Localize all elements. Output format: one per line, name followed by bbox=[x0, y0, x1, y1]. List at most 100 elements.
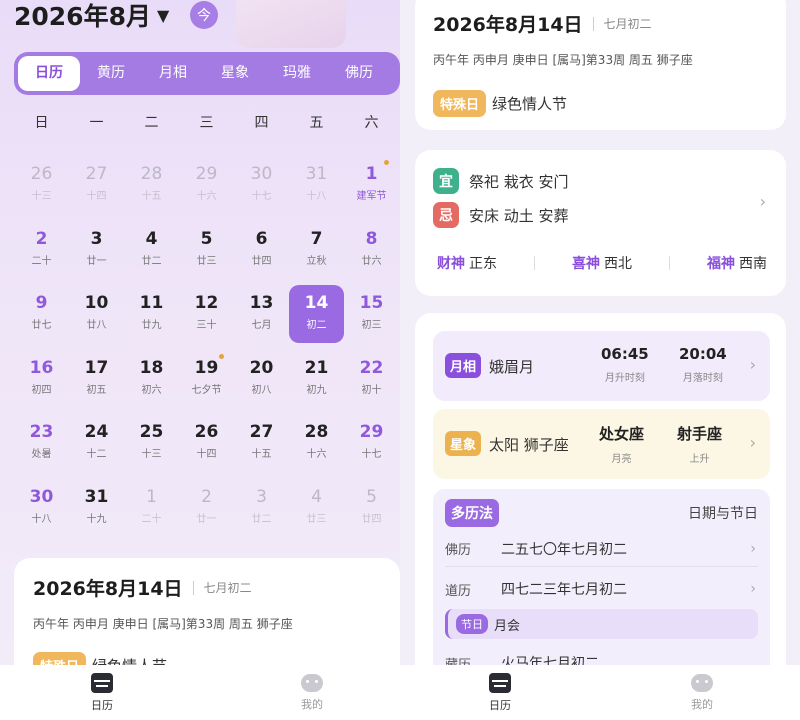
chevron-right-icon: › bbox=[750, 581, 756, 597]
lunar-date: 廿八 bbox=[86, 320, 107, 331]
yi-activities: 祭祀 栽衣 安门 bbox=[469, 172, 569, 191]
day-cell[interactable]: 18 初六 bbox=[124, 350, 179, 408]
day-cell-selected[interactable]: 14 初二 bbox=[289, 285, 344, 343]
day-cell[interactable]: 28 十五 bbox=[124, 156, 179, 214]
lunar-date: 廿三 bbox=[306, 513, 327, 525]
day-number: 5 bbox=[366, 486, 377, 507]
lunar-date: 十六 bbox=[196, 191, 217, 202]
tab-4[interactable]: 玛雅 bbox=[266, 56, 328, 91]
month-grid: 26 十三 27 十四 28 十五 29 十六 30 十七 31 十八 1 建军节 2 二十 3 廿一 4 廿二 5 廿三… bbox=[14, 156, 399, 543]
day-cell[interactable]: 12 三十 bbox=[179, 285, 234, 343]
day-number: 30 bbox=[250, 164, 273, 184]
day-cell[interactable]: 27 十四 bbox=[69, 156, 124, 214]
day-cell[interactable]: 31 十九 bbox=[69, 479, 124, 537]
god-joy: 喜神 西北 bbox=[572, 256, 632, 272]
day-cell[interactable]: 10 廿八 bbox=[69, 285, 124, 343]
day-cell[interactable]: 20 初八 bbox=[234, 350, 289, 408]
day-summary-card[interactable]: 2026年8月14日 七月初二 丙午年 丙申月 庚申日 [属马]第33周 周五 … bbox=[415, 0, 786, 130]
day-cell[interactable]: 26 十四 bbox=[179, 414, 234, 472]
tab-5[interactable]: 佛历 bbox=[328, 56, 390, 91]
month-selector[interactable]: 2026年8月 ▼ bbox=[14, 0, 170, 31]
day-cell[interactable]: 16 初四 bbox=[14, 350, 69, 408]
moonset: 20:04 月落时刻 bbox=[679, 345, 727, 384]
lunar-date: 二十 bbox=[31, 255, 52, 267]
day-cell[interactable]: 3 廿二 bbox=[234, 479, 289, 537]
chevron-down-icon: ▼ bbox=[156, 5, 170, 25]
day-cell[interactable]: 4 廿三 bbox=[289, 479, 344, 537]
weekday-label: 六 bbox=[364, 115, 379, 131]
tab-6[interactable]: 道 bbox=[390, 56, 400, 91]
day-cell[interactable]: 15 初三 bbox=[344, 285, 399, 343]
special-day-badge: 特殊日 bbox=[433, 90, 487, 117]
day-cell[interactable]: 17 初五 bbox=[69, 350, 124, 408]
astronomy-card: 月相 娥眉月 06:45 月升时刻 20:04 月落时刻 › 星象 太阳 狮子座… bbox=[415, 313, 786, 719]
nav-calendar-right[interactable]: 日历 bbox=[470, 665, 530, 720]
day-number: 29 bbox=[359, 422, 384, 442]
day-number: 20 bbox=[249, 357, 274, 378]
day-number: 13 bbox=[249, 293, 274, 313]
day-number: 11 bbox=[139, 293, 164, 313]
day-cell[interactable]: 2 二十 bbox=[14, 221, 69, 279]
today-button[interactable]: 今 bbox=[190, 1, 218, 29]
day-cell[interactable]: 1 二十 bbox=[124, 479, 179, 537]
day-number: 18 bbox=[139, 357, 164, 378]
moon-phase-row[interactable]: 月相 娥眉月 06:45 月升时刻 20:04 月落时刻 › bbox=[433, 331, 770, 401]
day-cell[interactable]: 30 十八 bbox=[14, 479, 69, 537]
tab-1[interactable]: 黄历 bbox=[80, 56, 142, 91]
day-cell[interactable]: 22 初十 bbox=[344, 350, 399, 408]
nav-mine-left[interactable]: 我的 bbox=[282, 665, 342, 720]
weekday-label: 五 bbox=[309, 115, 324, 131]
day-cell[interactable]: 29 十六 bbox=[179, 156, 234, 214]
day-cell[interactable]: 21 初九 bbox=[289, 350, 344, 408]
lunar-date: 初十 bbox=[361, 384, 382, 396]
day-cell[interactable]: 25 十三 bbox=[124, 414, 179, 472]
day-cell[interactable]: 23 处暑 bbox=[14, 414, 69, 472]
lunar-date: 廿四 bbox=[251, 255, 272, 267]
lunar-date: 十六 bbox=[306, 449, 327, 460]
day-number: 9 bbox=[35, 293, 48, 313]
moonrise: 06:45 月升时刻 bbox=[601, 345, 649, 384]
day-cell[interactable]: 31 十八 bbox=[289, 156, 344, 214]
day-cell[interactable]: 24 十二 bbox=[69, 414, 124, 472]
buddhist-calendar-row[interactable]: 佛历 二五七〇年七月初二 › bbox=[445, 531, 758, 567]
weekday-label: 一 bbox=[89, 115, 104, 131]
dates-and-festivals-link[interactable]: 日期与节日 bbox=[688, 503, 758, 523]
day-cell[interactable]: 5 廿四 bbox=[344, 479, 399, 537]
day-cell[interactable]: 6 廿四 bbox=[234, 221, 289, 279]
day-cell[interactable]: 7 立秋 bbox=[289, 221, 344, 279]
taoist-calendar-row[interactable]: 道历 四七二三年七月初二 › bbox=[445, 571, 758, 607]
chevron-right-icon: › bbox=[749, 355, 756, 374]
day-cell[interactable]: 29 十七 bbox=[344, 414, 399, 472]
day-cell[interactable]: 13 七月 bbox=[234, 285, 289, 343]
day-cell[interactable]: 11 廿九 bbox=[124, 285, 179, 343]
detail-lunar-date: 七月初二 bbox=[603, 17, 652, 31]
day-number: 17 bbox=[84, 357, 109, 378]
day-cell[interactable]: 9 廿七 bbox=[14, 285, 69, 343]
nav-calendar-left[interactable]: 日历 bbox=[72, 665, 132, 720]
day-cell[interactable]: 27 十五 bbox=[234, 414, 289, 472]
sun-sign: 太阳 狮子座 bbox=[489, 436, 569, 454]
astrology-row[interactable]: 星象 太阳 狮子座 处女座 月亮 射手座 上升 › bbox=[433, 409, 770, 479]
day-cell[interactable]: 4 廿二 bbox=[124, 221, 179, 279]
nav-mine-right[interactable]: 我的 bbox=[672, 665, 732, 720]
day-cell[interactable]: 5 廿三 bbox=[179, 221, 234, 279]
detail-date: 2026年8月14日 bbox=[433, 14, 583, 36]
day-cell[interactable]: 28 十六 bbox=[289, 414, 344, 472]
tab-2[interactable]: 月相 bbox=[142, 56, 204, 91]
tab-3[interactable]: 星象 bbox=[204, 56, 266, 91]
day-cell[interactable]: 3 廿一 bbox=[69, 221, 124, 279]
day-cell[interactable]: 8 廿六 bbox=[344, 221, 399, 279]
divider bbox=[592, 16, 594, 31]
day-cell[interactable]: 19 七夕节 bbox=[179, 350, 234, 408]
yiji-card[interactable]: 宜 祭祀 栽衣 安门 忌 安床 动土 安葬 › 财神 正东 喜神 西北 福神 西南 bbox=[415, 150, 786, 296]
day-cell[interactable]: 26 十三 bbox=[14, 156, 69, 214]
day-number: 16 bbox=[29, 357, 54, 378]
calendar-icon bbox=[91, 672, 113, 693]
taoist-festival-row[interactable]: 节日 月会 bbox=[445, 609, 758, 639]
day-cell[interactable]: 1 建军节 bbox=[344, 156, 399, 214]
day-cell[interactable]: 30 十七 bbox=[234, 156, 289, 214]
detail-ganzhi-info: 丙午年 丙申月 庚申日 [属马]第33周 周五 狮子座 bbox=[433, 53, 693, 67]
day-cell[interactable]: 2 廿一 bbox=[179, 479, 234, 537]
week-row: 26 十三 27 十四 28 十五 29 十六 30 十七 31 十八 1 建军节 bbox=[14, 156, 399, 221]
tab-0[interactable]: 日历 bbox=[18, 56, 80, 91]
